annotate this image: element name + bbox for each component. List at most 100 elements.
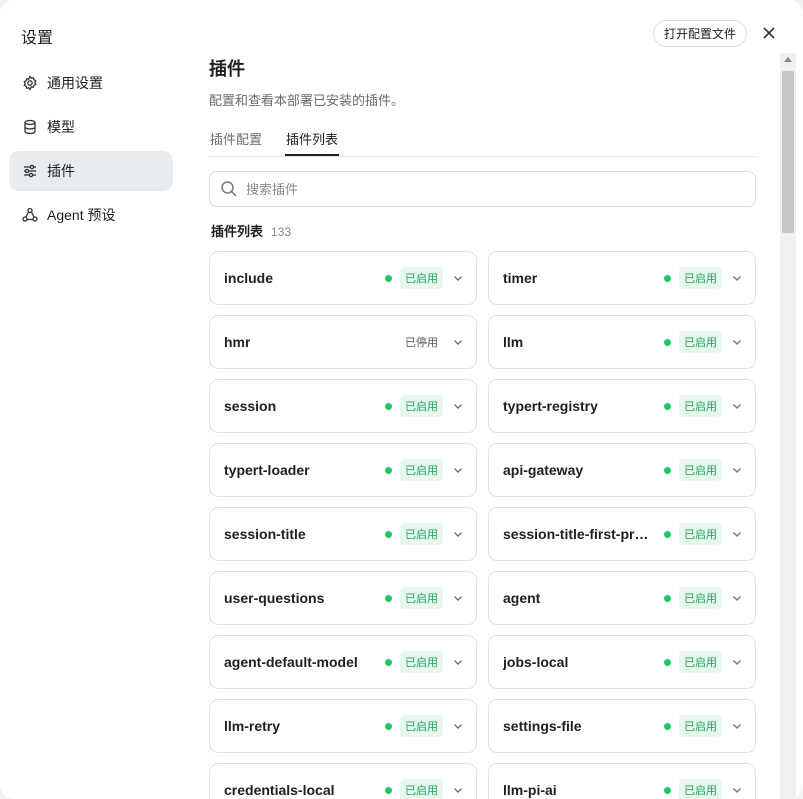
plugin-status-group: 已启用 — [385, 764, 464, 799]
chevron-down-icon[interactable] — [452, 464, 464, 476]
tab-plugin-config[interactable]: 插件配置 — [210, 129, 262, 148]
plugin-card[interactable]: session 已启用 — [209, 379, 477, 433]
status-dot — [385, 466, 392, 474]
chevron-down-icon[interactable] — [731, 720, 743, 732]
scrollbar-thumb[interactable] — [782, 71, 794, 233]
status-badge: 已启用 — [679, 523, 722, 545]
plugin-card[interactable]: agent 已启用 — [488, 571, 756, 625]
plugin-card[interactable]: hmr 已停用 — [209, 315, 477, 369]
search-icon — [220, 180, 238, 198]
page-description: 配置和查看本部署已安装的插件。 — [209, 93, 405, 108]
open-config-file-button[interactable]: 打开配置文件 — [653, 20, 747, 47]
close-icon[interactable] — [760, 24, 778, 42]
status-dot — [385, 722, 392, 730]
chevron-down-icon[interactable] — [731, 336, 743, 348]
plugin-name: session-title-first-pro... — [503, 526, 653, 542]
status-dot — [664, 402, 671, 410]
plugin-status-group: 已启用 — [385, 700, 464, 752]
sliders-icon — [21, 162, 39, 180]
search-box[interactable] — [209, 171, 756, 207]
plugin-card[interactable]: llm-retry 已启用 — [209, 699, 477, 753]
chevron-down-icon[interactable] — [452, 720, 464, 732]
plugin-name: timer — [503, 270, 538, 286]
plugin-status-group: 已启用 — [664, 316, 743, 368]
plugin-card[interactable]: credentials-local 已启用 — [209, 763, 477, 799]
status-badge: 已启用 — [679, 651, 722, 673]
status-badge: 已启用 — [679, 715, 722, 737]
chevron-down-icon[interactable] — [452, 784, 464, 796]
sidebar-item-label: Agent 预设 — [47, 207, 116, 223]
status-dot — [385, 594, 392, 602]
plugin-card[interactable]: llm-pi-ai 已启用 — [488, 763, 756, 799]
sidebar-item-label: 插件 — [47, 163, 75, 179]
status-badge: 已启用 — [400, 267, 443, 289]
status-badge: 已启用 — [679, 331, 722, 353]
chevron-down-icon[interactable] — [731, 272, 743, 284]
plugin-card[interactable]: jobs-local 已启用 — [488, 635, 756, 689]
plugin-card[interactable]: session-title 已启用 — [209, 507, 477, 561]
chevron-down-icon[interactable] — [452, 656, 464, 668]
status-badge: 已停用 — [405, 337, 438, 349]
chevron-down-icon[interactable] — [731, 592, 743, 604]
status-dot — [385, 530, 392, 538]
plugin-card[interactable]: session-title-first-pro... 已启用 — [488, 507, 756, 561]
chevron-down-icon[interactable] — [452, 400, 464, 412]
status-badge: 已启用 — [400, 459, 443, 481]
plugin-status-group: 已启用 — [664, 508, 743, 560]
scrollbar[interactable] — [780, 53, 796, 799]
scroll-up-arrow-icon[interactable] — [784, 57, 792, 62]
tab-plugin-list[interactable]: 插件列表 — [286, 129, 338, 148]
plugin-list-title: 插件列表 — [211, 224, 264, 239]
plugin-status-group: 已启用 — [385, 444, 464, 496]
sidebar-item-general[interactable]: 通用设置 — [9, 63, 173, 103]
page-title: 插件 — [209, 59, 245, 79]
status-dot — [664, 274, 671, 282]
search-input[interactable] — [246, 181, 726, 197]
status-badge: 已启用 — [400, 715, 443, 737]
status-badge: 已启用 — [400, 395, 443, 417]
plugin-name: llm-retry — [224, 718, 281, 734]
status-dot — [664, 530, 671, 538]
plugin-status-group: 已启用 — [664, 444, 743, 496]
status-dot — [385, 786, 392, 794]
plugin-name: llm — [503, 334, 524, 350]
plugin-card[interactable]: agent-default-model 已启用 — [209, 635, 477, 689]
chevron-down-icon[interactable] — [731, 656, 743, 668]
dialog-title: 设置 — [21, 30, 54, 47]
chevron-down-icon[interactable] — [731, 528, 743, 540]
status-dot — [664, 786, 671, 794]
gear-icon — [21, 74, 39, 92]
plugin-card[interactable]: timer 已启用 — [488, 251, 756, 305]
plugin-name: settings-file — [503, 718, 582, 734]
status-badge: 已启用 — [679, 459, 722, 481]
plugin-card[interactable]: include 已启用 — [209, 251, 477, 305]
plugin-card[interactable]: user-questions 已启用 — [209, 571, 477, 625]
chevron-down-icon[interactable] — [452, 272, 464, 284]
chevron-down-icon[interactable] — [731, 464, 743, 476]
sidebar-item-models[interactable]: 模型 — [9, 107, 173, 147]
chevron-down-icon[interactable] — [731, 400, 743, 412]
plugin-name: session — [224, 398, 277, 414]
plugin-name: credentials-local — [224, 782, 335, 798]
chevron-down-icon[interactable] — [452, 336, 464, 348]
status-dot — [664, 658, 671, 666]
sidebar-item-label: 通用设置 — [47, 75, 103, 91]
chevron-down-icon[interactable] — [452, 528, 464, 540]
status-badge: 已启用 — [679, 587, 722, 609]
plugin-status-group: 已启用 — [385, 380, 464, 432]
plugin-list-header: 插件列表 133 — [211, 221, 291, 240]
status-badge: 已启用 — [400, 523, 443, 545]
sidebar-item-plugins[interactable]: 插件 — [9, 151, 173, 191]
plugin-card[interactable]: typert-loader 已启用 — [209, 443, 477, 497]
sidebar-item-agent-presets[interactable]: Agent 预设 — [9, 195, 173, 235]
plugin-card[interactable]: llm 已启用 — [488, 315, 756, 369]
agent-icon — [21, 206, 39, 224]
chevron-down-icon[interactable] — [731, 784, 743, 796]
chevron-down-icon[interactable] — [452, 592, 464, 604]
status-dot — [664, 338, 671, 346]
plugin-name: hmr — [224, 334, 251, 350]
plugin-status-group: 已启用 — [385, 508, 464, 560]
plugin-card[interactable]: api-gateway 已启用 — [488, 443, 756, 497]
plugin-card[interactable]: typert-registry 已启用 — [488, 379, 756, 433]
plugin-card[interactable]: settings-file 已启用 — [488, 699, 756, 753]
